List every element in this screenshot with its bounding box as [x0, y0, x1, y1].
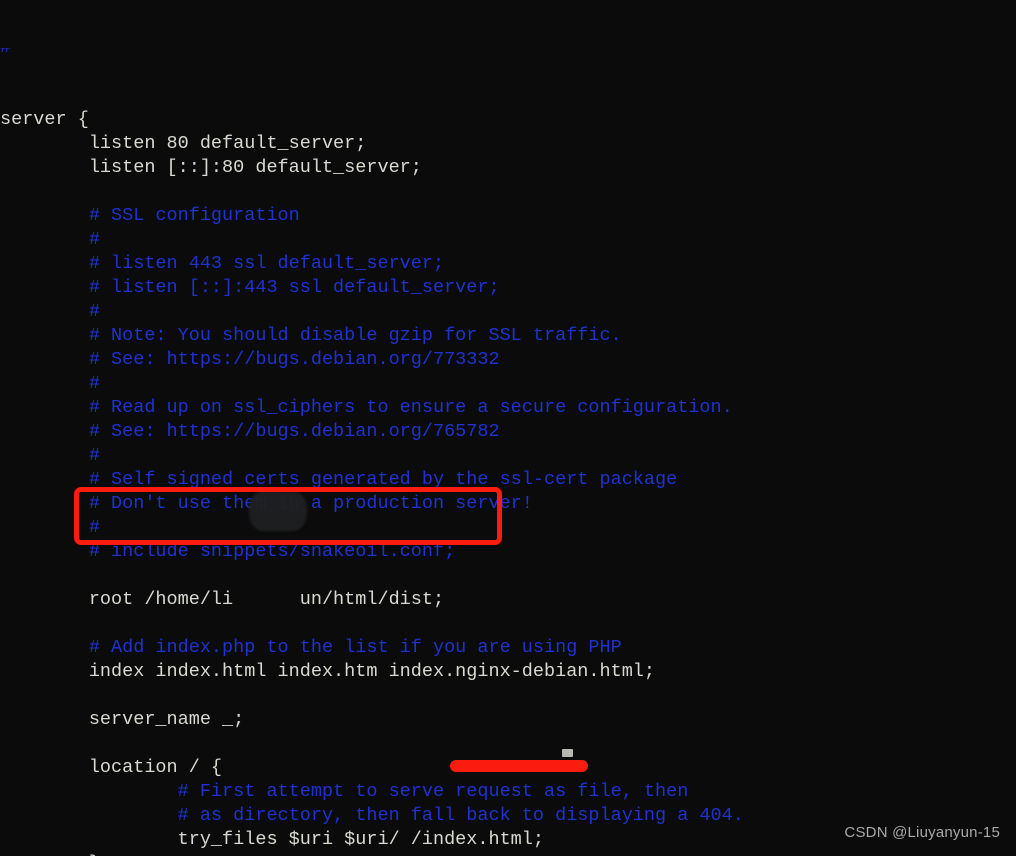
code-line: server {	[0, 109, 89, 130]
code-line: # include snippets/snakeoil.conf;	[0, 541, 456, 562]
code-line: #	[0, 445, 100, 466]
code-line: # listen 443 ssl default_server;	[0, 253, 445, 274]
code-line: # Don't use them in a production server!	[88, 493, 533, 514]
code-line: }	[0, 852, 1016, 856]
code-line: #	[0, 301, 100, 322]
code-line: listen [::]:80 default_server;	[0, 157, 422, 178]
code-line: # Add index.php to the list if you are u…	[0, 637, 622, 658]
text-cursor	[562, 749, 573, 757]
terminal-window: # server { listen 80 default_server; lis…	[0, 0, 1016, 856]
code-line: # Self signed certs generated by the ssl…	[0, 469, 678, 490]
code-line-clipped-top: #	[0, 48, 1016, 60]
code-line: #	[0, 373, 100, 394]
code-line-text: #	[0, 48, 11, 60]
code-view[interactable]: # server { listen 80 default_server; lis…	[0, 0, 1016, 856]
code-line: # First attempt to serve request as file…	[0, 781, 689, 802]
code-line: #	[0, 517, 100, 538]
code-line-list: server { listen 80 default_server; liste…	[0, 108, 1016, 856]
code-line: # Read up on ssl_ciphers to ensure a sec…	[0, 397, 733, 418]
code-line: root /home/li un/html/dist;	[0, 589, 445, 610]
code-line: # Note: You should disable gzip for SSL …	[0, 325, 622, 346]
code-line: # See: https://bugs.debian.org/765782	[0, 421, 500, 442]
watermark: CSDN @Liuyanyun-15	[844, 824, 1000, 841]
code-line: # listen [::]:443 ssl default_server;	[0, 277, 500, 298]
code-line: server_name _;	[0, 709, 245, 730]
code-line: listen 80 default_server;	[0, 133, 367, 154]
code-line: index index.html index.htm index.nginx-d…	[0, 661, 656, 682]
underline-annotation	[450, 760, 588, 772]
code-line: # SSL configuration	[0, 205, 300, 226]
redaction-blob	[249, 491, 307, 531]
code-line: #	[0, 229, 100, 250]
code-line: # See: https://bugs.debian.org/773332	[0, 349, 500, 370]
